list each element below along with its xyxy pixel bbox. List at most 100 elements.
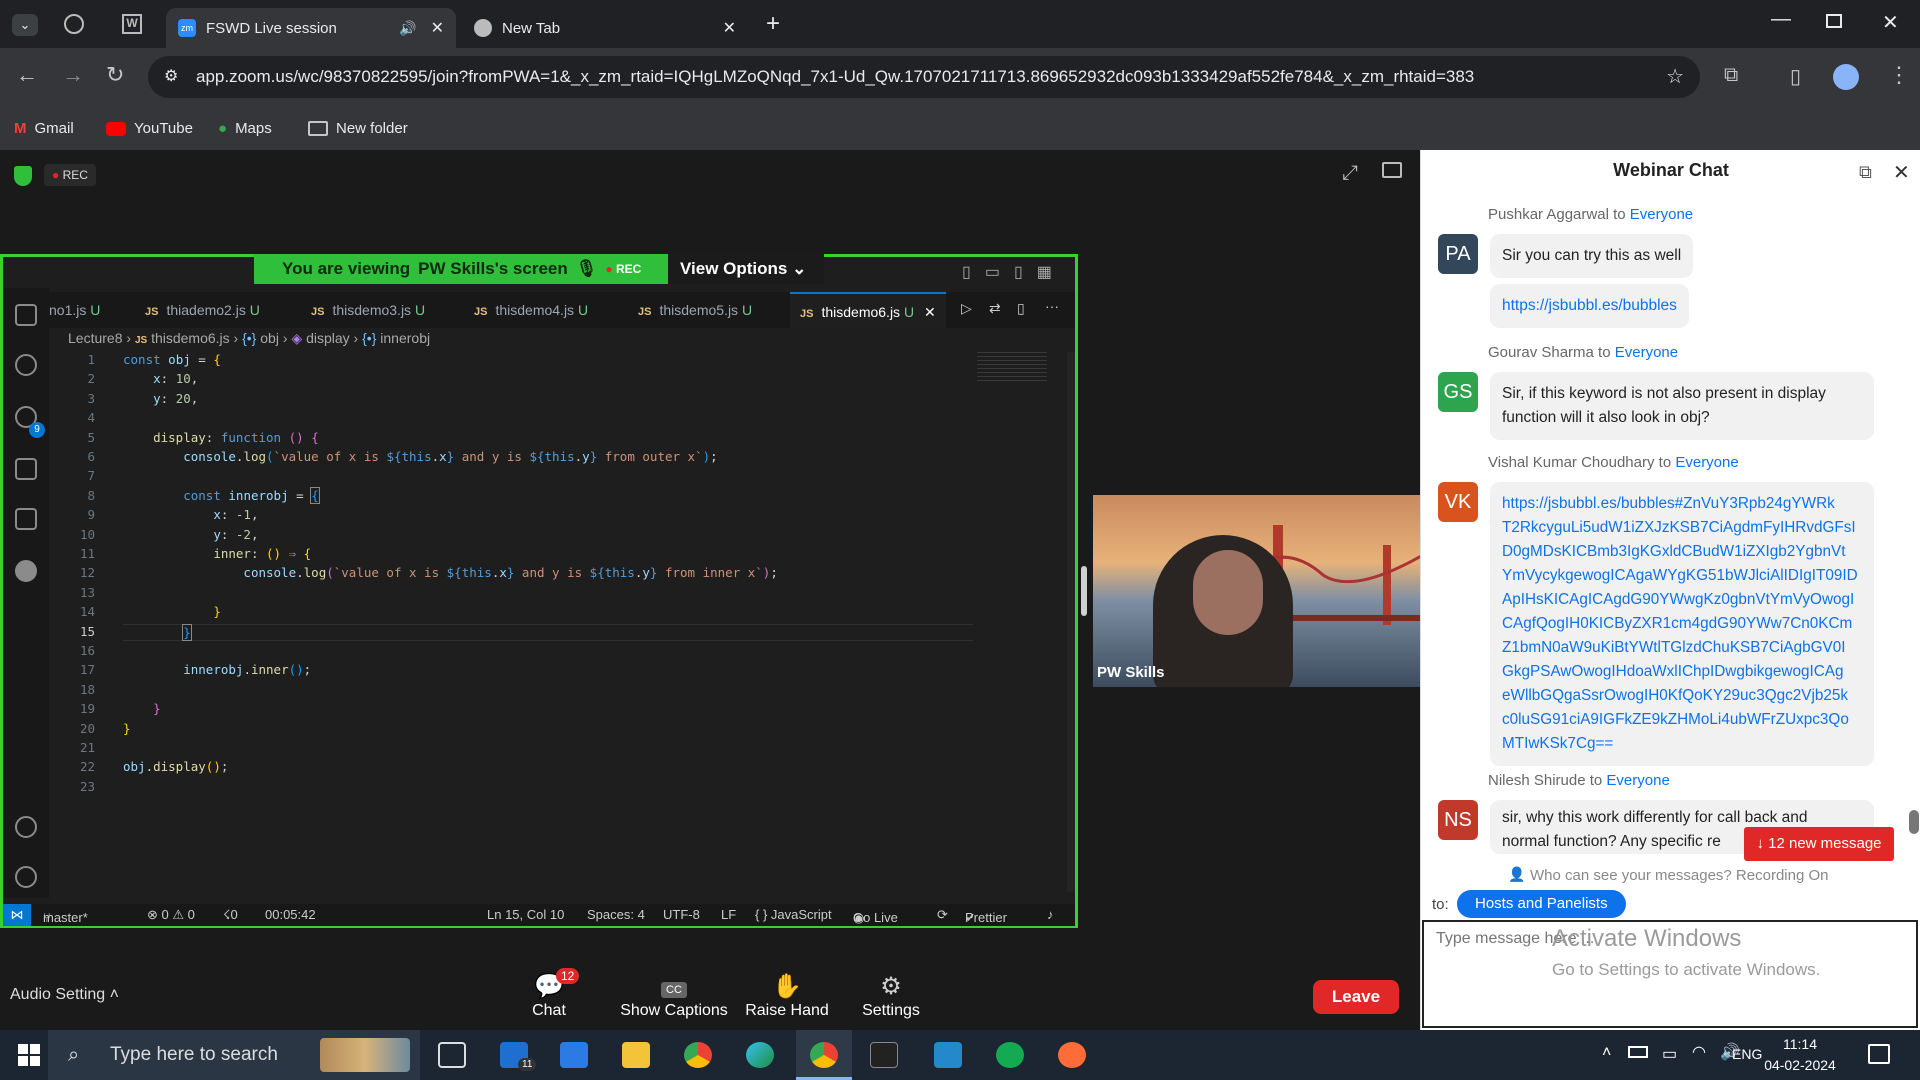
sync-icon[interactable]: ⟳: [937, 907, 948, 923]
recipient-link[interactable]: Everyone: [1675, 454, 1738, 471]
clock[interactable]: 11:14 04-02-2024: [1760, 1034, 1840, 1076]
message-link[interactable]: https://jsbubbl.es/bubbles: [1502, 297, 1677, 314]
profile-avatar[interactable]: [1833, 64, 1859, 90]
microsoft-store-icon[interactable]: [560, 1042, 588, 1068]
editor-tab[interactable]: JS thisdemo3.js U: [311, 292, 425, 328]
reload-icon[interactable]: ↻: [106, 62, 124, 88]
tab-new-tab[interactable]: New Tab ✕: [462, 8, 748, 48]
view-switch-icon[interactable]: [1382, 162, 1402, 178]
view-options-button[interactable]: View Options ⌄: [668, 254, 824, 284]
fullscreen-icon[interactable]: ⤢: [1342, 162, 1358, 185]
raise-hand-button[interactable]: ✋ Raise Hand: [732, 972, 842, 1020]
audio-setting-button[interactable]: Audio Setting ˄: [10, 986, 119, 1004]
battery-icon[interactable]: [1628, 1046, 1648, 1058]
compare-icon[interactable]: ⇄: [989, 300, 1001, 317]
minimize-icon[interactable]: —: [1771, 8, 1791, 31]
toggle-panel-icon[interactable]: ▭: [985, 264, 1014, 281]
site-info-icon[interactable]: ⚙: [164, 56, 178, 98]
more-actions-icon[interactable]: ···: [1045, 298, 1059, 314]
recipient-link[interactable]: Everyone: [1630, 206, 1693, 223]
bookmark-youtube[interactable]: YouTube: [106, 120, 193, 137]
task-view-icon[interactable]: [438, 1042, 466, 1068]
taskbar-search[interactable]: ⌕ Type here to search: [48, 1030, 420, 1080]
close-window-icon[interactable]: ✕: [1882, 10, 1899, 35]
remote-indicator-icon[interactable]: ⋈: [3, 904, 31, 926]
breadcrumb-item[interactable]: innerobj: [380, 330, 430, 346]
chrome-menu-icon[interactable]: ⋮: [1888, 62, 1910, 88]
restore-icon[interactable]: [1826, 14, 1842, 28]
panel-resize-handle[interactable]: [1081, 566, 1087, 616]
run-icon[interactable]: ▷: [961, 300, 972, 317]
pinned-tab-wordpress-icon[interactable]: W: [122, 14, 142, 34]
editor-tab[interactable]: JS thisdemo4.js U: [474, 292, 588, 328]
chat-scrollbar-thumb[interactable]: [1909, 810, 1919, 834]
close-icon[interactable]: ✕: [1893, 160, 1910, 185]
bookmark-gmail[interactable]: M Gmail: [14, 120, 74, 137]
recipient-selector[interactable]: Hosts and Panelists: [1457, 890, 1626, 918]
terminal-icon[interactable]: [870, 1042, 898, 1068]
extensions-icon[interactable]: ⧉: [1724, 64, 1738, 87]
tab-search-chevron-icon[interactable]: ⌄: [12, 14, 38, 36]
tab-fswd-live-session[interactable]: zm FSWD Live session 🔊 ✕: [166, 8, 456, 48]
tray-chevron-icon[interactable]: ˄: [1602, 1044, 1611, 1062]
notifications-bell-icon[interactable]: ♪: [1047, 907, 1054, 922]
explorer-icon[interactable]: [15, 304, 37, 326]
line-ending[interactable]: LF: [721, 907, 736, 922]
breadcrumb-item[interactable]: thisdemo6.js: [151, 330, 230, 346]
file-explorer-icon[interactable]: [622, 1042, 650, 1068]
wifi-icon[interactable]: ◠: [1692, 1042, 1706, 1062]
bookmark-maps[interactable]: ● Maps: [218, 120, 272, 137]
popout-icon[interactable]: ⧉: [1859, 162, 1872, 183]
scrollbar[interactable]: [1067, 352, 1075, 892]
pinned-tab-chatgpt-icon[interactable]: [64, 14, 84, 34]
leave-button[interactable]: Leave: [1313, 980, 1399, 1014]
message-link[interactable]: https://jsbubbl.es/bubbles#ZnVuY3Rpb24gY…: [1502, 495, 1858, 752]
start-windows-icon[interactable]: [18, 1044, 40, 1066]
remote-explorer-icon[interactable]: [15, 560, 37, 582]
back-icon[interactable]: ←: [16, 62, 38, 88]
run-debug-icon[interactable]: [15, 458, 37, 480]
new-messages-button[interactable]: ↓ 12 new message: [1744, 827, 1894, 861]
notifications-icon[interactable]: [1868, 1044, 1890, 1064]
indentation[interactable]: Spaces: 4: [587, 907, 645, 922]
side-panel-icon[interactable]: ▯: [1790, 64, 1801, 89]
cursor-position[interactable]: Ln 15, Col 10: [487, 907, 564, 922]
editor-tab[interactable]: JS thisdemo5.js U: [638, 292, 752, 328]
breadcrumb-item[interactable]: Lecture8: [68, 330, 122, 346]
show-captions-button[interactable]: CC Show Captions: [612, 972, 736, 1020]
breadcrumb-item[interactable]: obj: [260, 330, 279, 346]
toggle-sidebar-icon[interactable]: ▯: [962, 264, 985, 281]
forward-icon[interactable]: →: [62, 62, 84, 88]
meet-now-icon[interactable]: ▭: [1662, 1044, 1677, 1064]
bookmark-new-folder[interactable]: New folder: [308, 120, 408, 137]
language-indicator[interactable]: ENG: [1732, 1046, 1762, 1062]
customize-layout-icon[interactable]: ▦: [1037, 264, 1066, 281]
recipient-link[interactable]: Everyone: [1606, 772, 1669, 789]
participant-video[interactable]: [1093, 495, 1420, 687]
manage-gear-icon[interactable]: [15, 866, 37, 888]
url-omnibox[interactable]: ⚙ app.zoom.us/wc/98370822595/join?fromPW…: [148, 56, 1700, 98]
settings-button[interactable]: ⚙ Settings: [836, 972, 946, 1020]
extensions-icon[interactable]: [15, 508, 37, 530]
breadcrumb-item[interactable]: display: [306, 330, 350, 346]
language-mode[interactable]: { } JavaScript: [755, 907, 832, 922]
recipient-link[interactable]: Everyone: [1615, 344, 1678, 361]
editor-tab-active[interactable]: JS thisdemo6.js U ✕: [790, 292, 946, 328]
postman-icon[interactable]: [1058, 1042, 1086, 1068]
close-tab-icon[interactable]: ✕: [924, 304, 936, 320]
who-can-see-link[interactable]: Who can see your messages? Recording On: [1530, 867, 1828, 884]
accounts-icon[interactable]: [15, 816, 37, 838]
close-tab-icon[interactable]: ✕: [723, 18, 736, 38]
speaker-icon[interactable]: 🔊: [399, 20, 416, 37]
editor-tab[interactable]: JS thiademo2.js U: [145, 292, 260, 328]
ports-indicator[interactable]: ☇0: [223, 907, 238, 923]
problems-indicator[interactable]: ⊗ 0 ⚠ 0: [147, 907, 195, 923]
edge-icon[interactable]: [746, 1042, 774, 1068]
search-icon[interactable]: [15, 354, 37, 376]
code-editor[interactable]: 1 2 3 4 5 6 7 8 9 10 11 12 13 14 15 16 17 18 19 20 21 22 23 co…: [49, 352, 1075, 892]
chat-button[interactable]: 💬 12 Chat: [494, 968, 604, 1020]
new-tab-plus-icon[interactable]: +: [766, 10, 780, 38]
split-editor-icon[interactable]: ▯: [1017, 300, 1025, 317]
chrome-profile-icon[interactable]: [810, 1042, 838, 1068]
mongodb-compass-icon[interactable]: [996, 1042, 1024, 1068]
